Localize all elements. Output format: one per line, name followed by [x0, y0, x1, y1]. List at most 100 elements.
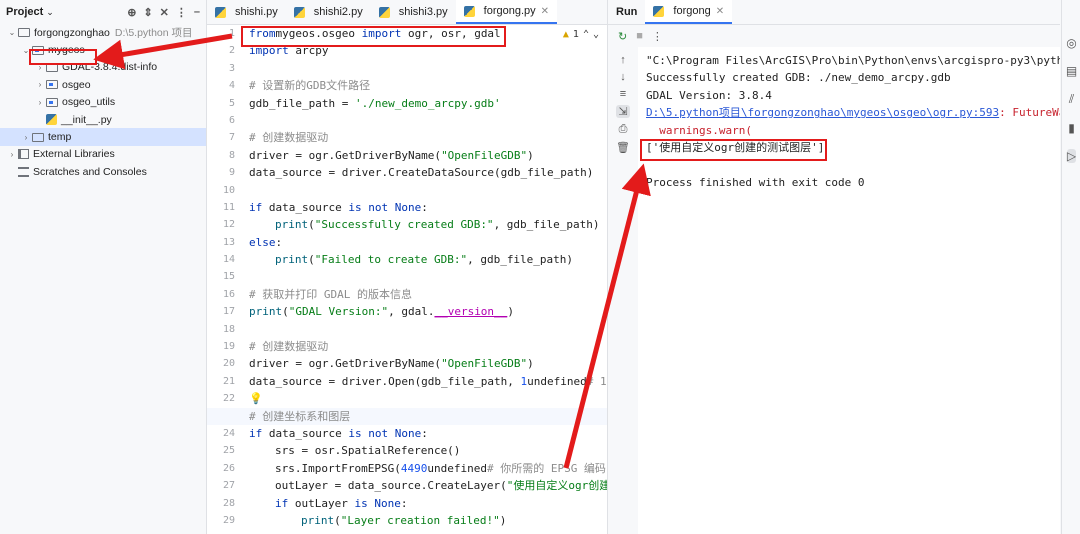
run-toolbar: ↻ ■ ⋮ [608, 25, 1060, 47]
more-icon[interactable]: ⋮ [176, 6, 187, 19]
python-file-icon [215, 6, 226, 18]
python-packages-icon[interactable]: ▮ [1068, 121, 1075, 135]
code-line[interactable]: print("Layer creation failed!") [249, 512, 607, 529]
code-line[interactable]: import arcpy [249, 42, 607, 59]
tree-item[interactable]: › External Libraries [0, 146, 206, 163]
tree-item-path: D:\5.python 项目 [114, 27, 193, 40]
code-line[interactable]: frommygeos.osgeo import ogr, osr, gdal [249, 25, 607, 42]
chevron-right-icon[interactable]: › [6, 150, 18, 159]
code-line[interactable]: srs = osr.SpatialReference() [249, 442, 607, 459]
code-line[interactable]: data_source = driver.CreateDataSource(gd… [249, 164, 607, 181]
code-line[interactable] [249, 182, 607, 199]
tree-item-label: mygeos [48, 44, 85, 57]
code-line[interactable]: gdb_file_path = './new_demo_arcpy.gdb' [249, 95, 607, 112]
tree-item[interactable]: › temp [0, 128, 206, 146]
close-icon[interactable]: ✕ [716, 6, 724, 17]
code-token: ) [527, 357, 534, 371]
locate-icon[interactable]: ⊕ [127, 6, 136, 19]
tree-item[interactable]: ⌄ mygeos [0, 41, 206, 58]
tree-item[interactable]: › GDAL-3.8.4.dist-info [0, 59, 206, 76]
code-token: # 你所需的 EPSG 编码 [486, 461, 606, 475]
code-line[interactable]: # 设置新的GDB文件路径 [249, 77, 607, 94]
arrow-up-icon[interactable]: ↑ [620, 54, 626, 66]
editor-tab[interactable]: shishi2.py [286, 0, 371, 24]
code-line[interactable]: driver = ogr.GetDriverByName("OpenFileGD… [249, 355, 607, 372]
more-icon[interactable]: ⋮ [652, 30, 663, 43]
chevron-right-icon[interactable]: › [34, 80, 46, 89]
chevron-down-icon[interactable]: ⌄ [6, 28, 18, 37]
folder-icon [46, 62, 58, 72]
code-line[interactable] [249, 321, 607, 338]
console-text[interactable]: D:\5.python项目\forgongzonghao\mygeos\osge… [646, 106, 999, 119]
chevron-down-icon[interactable]: ⌄ [20, 46, 32, 55]
scroll-to-end-icon[interactable]: ⇲ [616, 105, 630, 118]
tree-item-label: Scratches and Consoles [33, 165, 147, 178]
code-token: : [421, 200, 428, 214]
tree-item[interactable]: › osgeo [0, 76, 206, 93]
stop-icon[interactable]: ■ [636, 30, 643, 42]
database-icon[interactable]: ▤ [1066, 64, 1077, 78]
chevron-right-icon[interactable]: › [20, 133, 32, 142]
code-line[interactable]: srs.ImportFromEPSG(4490undefined# 你所需的 E… [249, 460, 607, 477]
code-line[interactable]: if data_source is not None: [249, 425, 607, 442]
project-title[interactable]: Project [6, 6, 43, 18]
print-icon[interactable]: ⎙ [619, 123, 628, 136]
warning-indicator[interactable]: ▲ 1 ⌃ ⌄ [563, 29, 599, 40]
run-tool-icon[interactable]: ▷ [1066, 149, 1077, 163]
tree-item[interactable]: › osgeo_utils [0, 94, 206, 111]
run-tab[interactable]: forgong ✕ [645, 0, 733, 24]
arrow-down-icon[interactable]: ↓ [620, 71, 626, 83]
code-token: "OpenFileGDB" [441, 148, 528, 162]
code-token: print [275, 218, 309, 232]
code-line[interactable]: if outLayer is None: [249, 495, 607, 512]
tree-item-label: osgeo_utils [62, 96, 116, 109]
editor-tab[interactable]: shishi3.py [371, 0, 456, 24]
line-number: 12 [222, 219, 235, 231]
soft-wrap-icon[interactable]: ≡ [620, 88, 626, 100]
minimize-icon[interactable]: – [194, 6, 200, 19]
editor-tab-label: shishi3.py [398, 6, 448, 18]
code-line[interactable]: data_source = driver.Open(gdb_file_path,… [249, 373, 607, 390]
chevron-down-icon[interactable]: ⌄ [593, 29, 599, 40]
code-line[interactable]: else: [249, 234, 607, 251]
rerun-icon[interactable]: ↻ [618, 30, 627, 43]
trash-icon[interactable]: 🗑 [616, 141, 630, 154]
code-area[interactable]: 1234567891011121314151617181920212223242… [207, 25, 607, 534]
code-line[interactable]: # 创建数据驱动 [249, 338, 607, 355]
code-line[interactable]: print("GDAL Version:", gdal.__version__) [249, 303, 607, 320]
editor-panel: shishi.py shishi2.py shishi3.py forgong.py ✕… [207, 0, 608, 534]
chevron-right-icon[interactable]: › [34, 98, 46, 107]
collapse-icon[interactable]: ⇕ [143, 6, 152, 19]
code-line[interactable]: if data_source is not None: [249, 199, 607, 216]
code-line[interactable] [249, 268, 607, 285]
editor-tab[interactable]: forgong.py ✕ [455, 0, 558, 24]
code-token: mygeos.osgeo [275, 27, 362, 40]
tree-item[interactable]: ⌄ forgongzonghao D:\5.python 项目 [0, 24, 206, 41]
close-icon[interactable]: ✕ [541, 6, 549, 17]
console-output[interactable]: "C:\Program Files\ArcGIS\Pro\bin\Python\… [646, 52, 1060, 191]
code-line[interactable]: # 创建坐标系和图层 [207, 407, 607, 425]
sciview-icon[interactable]: ⫽ [1069, 92, 1074, 107]
chevron-down-icon[interactable]: ⌄ [46, 7, 54, 18]
code-line[interactable]: 💡 [249, 390, 607, 407]
notifications-icon[interactable]: ◎ [1066, 36, 1076, 50]
code-line[interactable]: # 获取并打印 GDAL 的版本信息 [249, 286, 607, 303]
close-icon[interactable]: ✕ [160, 6, 169, 19]
code-line[interactable]: outLayer = data_source.CreateLayer("使用自定… [249, 477, 607, 494]
chevron-right-icon[interactable]: › [34, 63, 46, 72]
code-lines[interactable]: frommygeos.osgeo import ogr, osr, gdal im… [207, 25, 607, 529]
chevron-up-icon[interactable]: ⌃ [583, 29, 589, 40]
tree-item[interactable]: __init__.py [0, 111, 206, 128]
console-text: "C:\Program Files\ArcGIS\Pro\bin\Python\… [646, 54, 1060, 67]
code-line[interactable]: print("Successfully created GDB:", gdb_f… [249, 216, 607, 233]
code-line[interactable] [249, 60, 607, 77]
line-number: 3 [228, 62, 235, 74]
code-line[interactable]: print("Failed to create GDB:", gdb_file_… [249, 251, 607, 268]
tree-item[interactable]: Scratches and Consoles [0, 163, 206, 180]
tree-item-label: osgeo [62, 78, 91, 91]
code-line[interactable]: # 创建数据驱动 [249, 129, 607, 146]
code-line[interactable]: driver = ogr.GetDriverByName("OpenFileGD… [249, 147, 607, 164]
editor-tab[interactable]: shishi.py [207, 0, 286, 24]
code-line[interactable] [249, 112, 607, 129]
